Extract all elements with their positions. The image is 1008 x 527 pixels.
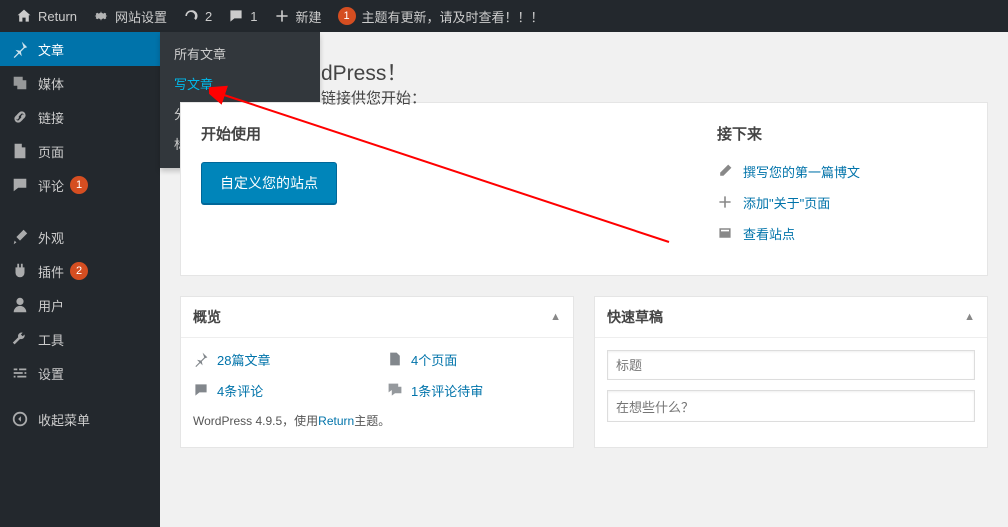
sidebar-label-appearance: 外观 xyxy=(38,228,64,247)
quicklink-view-site-label: 查看站点 xyxy=(743,224,795,243)
sidebar-item-media[interactable]: 媒体 xyxy=(0,66,160,100)
collapse-toggle[interactable]: ▲ xyxy=(550,311,561,323)
sidebar-label-posts: 文章 xyxy=(38,40,64,59)
quicklink-view-site[interactable]: 查看站点 xyxy=(717,224,967,243)
sidebar-label-pages: 页面 xyxy=(38,142,64,161)
site-link[interactable]: Return xyxy=(8,0,85,32)
sidebar-label-comments: 评论 xyxy=(38,176,64,195)
user-icon xyxy=(10,295,30,315)
overview-pending-label: 1条评论待审 xyxy=(411,381,483,400)
comment-icon xyxy=(228,8,244,24)
sidebar-label-plugins: 插件 xyxy=(38,262,64,281)
sidebar-item-appearance[interactable]: 外观 xyxy=(0,220,160,254)
gear-icon xyxy=(93,8,109,24)
view-icon xyxy=(717,225,735,243)
get-started-heading: 开始使用 xyxy=(201,123,717,144)
sidebar-label-links: 链接 xyxy=(38,108,64,127)
quicklink-add-about[interactable]: 添加"关于"页面 xyxy=(717,193,967,212)
quicklink-write-first-label: 撰写您的第一篇博文 xyxy=(743,162,860,181)
home-icon xyxy=(16,8,32,24)
theme-update-notice[interactable]: 1 主题有更新，请及时查看！！！ xyxy=(330,0,552,32)
collapse-toggle[interactable]: ▲ xyxy=(964,311,975,323)
sliders-icon xyxy=(10,363,30,383)
quicklink-write-first[interactable]: 撰写您的第一篇博文 xyxy=(717,162,967,181)
welcome-col-next: 接下来 撰写您的第一篇博文 添加"关于"页面 xyxy=(717,123,967,255)
sidebar-item-users[interactable]: 用户 xyxy=(0,288,160,322)
pin-icon xyxy=(10,39,30,59)
overview-title: 概览 xyxy=(193,307,221,327)
comments-count: 1 xyxy=(250,9,257,24)
overview-footer-link[interactable]: Return xyxy=(318,414,354,428)
page-icon xyxy=(387,351,405,369)
overview-pending[interactable]: 1条评论待审 xyxy=(387,381,561,400)
comment-icon xyxy=(10,175,30,195)
customize-site-button[interactable]: 自定义您的站点 xyxy=(201,162,337,204)
sidebar-label-users: 用户 xyxy=(38,296,64,315)
sidebar-item-comments[interactable]: 评论 1 xyxy=(0,168,160,202)
notice-badge: 1 xyxy=(338,7,356,25)
welcome-panel: dPress！ 链接供您开始： 开始使用 自定义您的站点 接下来 撰写您的第一篇… xyxy=(180,102,988,276)
site-name: Return xyxy=(38,9,77,24)
overview-posts[interactable]: 28篇文章 xyxy=(193,350,367,369)
sidebar-item-collapse[interactable]: 收起菜单 xyxy=(0,402,160,436)
overview-comments-label: 4条评论 xyxy=(217,381,263,400)
main-content: dPress！ 链接供您开始： 开始使用 自定义您的站点 接下来 撰写您的第一篇… xyxy=(160,32,1008,527)
sidebar-item-plugins[interactable]: 插件 2 xyxy=(0,254,160,288)
updates-count: 2 xyxy=(205,9,212,24)
media-icon xyxy=(10,73,30,93)
plugin-icon xyxy=(10,261,30,281)
overview-pages-label: 4个页面 xyxy=(411,350,457,369)
quickdraft-box: 快速草稿 ▲ xyxy=(594,296,988,448)
comments-link[interactable]: 1 xyxy=(220,0,265,32)
site-settings[interactable]: 网站设置 xyxy=(85,0,175,32)
next-steps-heading: 接下来 xyxy=(717,123,967,144)
overview-footer-pre: WordPress 4.9.5，使用 xyxy=(193,414,318,428)
overview-comments[interactable]: 4条评论 xyxy=(193,381,367,400)
welcome-title: dPress！ xyxy=(321,57,426,87)
quickdraft-title: 快速草稿 xyxy=(607,307,663,327)
overview-pages[interactable]: 4个页面 xyxy=(387,350,561,369)
quicklink-add-about-label: 添加"关于"页面 xyxy=(743,193,830,212)
sidebar-item-pages[interactable]: 页面 xyxy=(0,134,160,168)
comment-icon xyxy=(193,382,211,400)
edit-icon xyxy=(717,163,735,181)
comments-badge: 1 xyxy=(70,176,88,194)
updates-link[interactable]: 2 xyxy=(175,0,220,32)
sidebar-label-media: 媒体 xyxy=(38,74,64,93)
overview-footer: WordPress 4.9.5，使用Return主题。 xyxy=(193,412,561,429)
sidebar-item-settings[interactable]: 设置 xyxy=(0,356,160,390)
draft-content-input[interactable] xyxy=(607,390,975,422)
welcome-col-start: 开始使用 自定义您的站点 xyxy=(201,123,717,255)
page-icon xyxy=(10,141,30,161)
link-icon xyxy=(10,107,30,127)
draft-title-input[interactable] xyxy=(607,350,975,380)
sidebar-item-posts[interactable]: 文章 xyxy=(0,32,160,66)
plus-icon xyxy=(274,8,290,24)
sidebar-label-settings: 设置 xyxy=(38,364,64,383)
sidebar-label-collapse: 收起菜单 xyxy=(38,410,90,429)
collapse-icon xyxy=(10,409,30,429)
admin-sidebar: 文章 媒体 链接 页面 评论 1 外观 插件 2 xyxy=(0,32,160,527)
welcome-subtitle: 链接供您开始： xyxy=(321,87,426,108)
comments-icon xyxy=(387,382,405,400)
overview-posts-label: 28篇文章 xyxy=(217,350,270,369)
plugins-badge: 2 xyxy=(70,262,88,280)
plus-icon xyxy=(717,194,735,212)
overview-footer-post: 主题。 xyxy=(354,414,390,428)
wrench-icon xyxy=(10,329,30,349)
new-label: 新建 xyxy=(296,7,322,26)
refresh-icon xyxy=(183,8,199,24)
admin-topbar: Return 网站设置 2 1 新建 1 主题有更新，请及时查看！！！ xyxy=(0,0,1008,32)
sidebar-item-tools[interactable]: 工具 xyxy=(0,322,160,356)
pin-icon xyxy=(193,351,211,369)
new-content[interactable]: 新建 xyxy=(266,0,330,32)
overview-box: 概览 ▲ 28篇文章 4个页面 4条评论 xyxy=(180,296,574,448)
sidebar-item-links[interactable]: 链接 xyxy=(0,100,160,134)
notice-text: 主题有更新，请及时查看！！！ xyxy=(362,7,544,26)
brush-icon xyxy=(10,227,30,247)
sidebar-label-tools: 工具 xyxy=(38,330,64,349)
site-settings-label: 网站设置 xyxy=(115,7,167,26)
